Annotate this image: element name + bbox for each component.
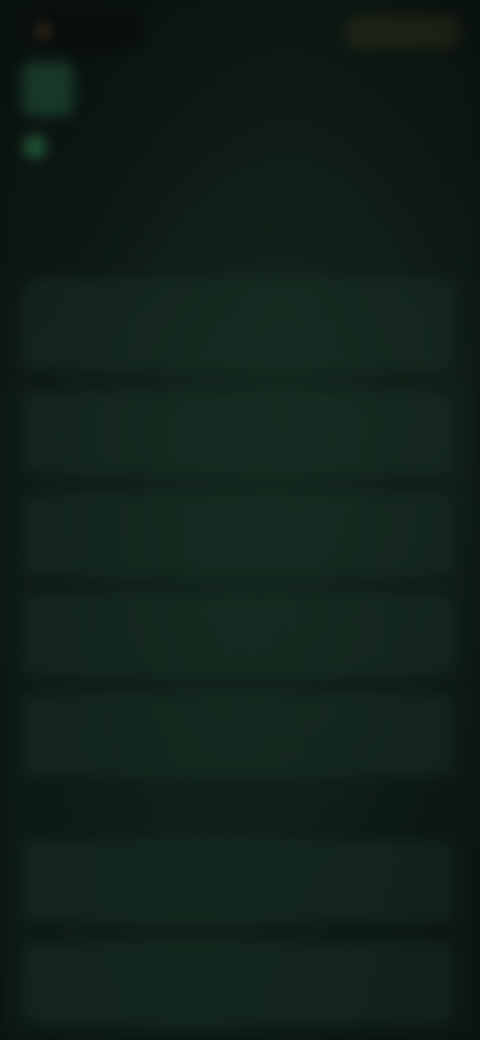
list-card-3[interactable] xyxy=(22,494,454,576)
top-bar xyxy=(0,0,480,64)
blurred-page xyxy=(0,0,480,1040)
top-action-button[interactable] xyxy=(346,16,458,48)
avatar-icon[interactable] xyxy=(22,62,74,116)
category-icon xyxy=(24,136,46,158)
brand-logo-icon xyxy=(34,22,52,40)
list-card-6[interactable] xyxy=(22,840,454,922)
list-card-5[interactable] xyxy=(22,694,454,776)
list-card-1[interactable] xyxy=(22,278,454,370)
page-header xyxy=(24,136,444,170)
list-card-2[interactable] xyxy=(22,392,454,474)
list-card-4[interactable] xyxy=(22,594,454,676)
brand-pill[interactable] xyxy=(24,14,142,48)
list-card-7[interactable] xyxy=(22,942,454,1024)
